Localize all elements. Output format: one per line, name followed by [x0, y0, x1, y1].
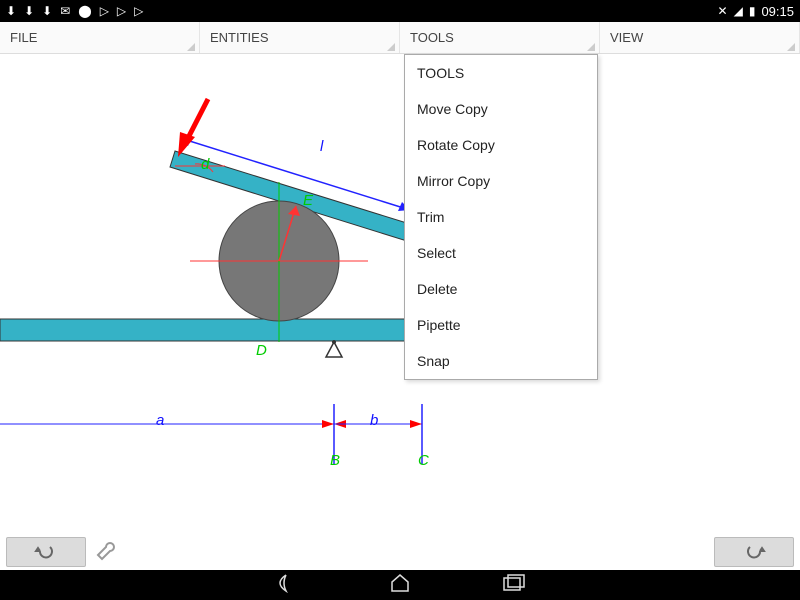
- wrench-icon[interactable]: [92, 537, 120, 567]
- battery-icon: ▮: [749, 4, 756, 18]
- dropdown-move-copy[interactable]: Move Copy: [405, 91, 597, 127]
- dropdown-snap[interactable]: Snap: [405, 343, 597, 379]
- dropdown-delete[interactable]: Delete: [405, 271, 597, 307]
- dropdown-pipette[interactable]: Pipette: [405, 307, 597, 343]
- status-right: ✕ ◢ ▮ 09:15: [718, 4, 794, 19]
- dropdown-select[interactable]: Select: [405, 235, 597, 271]
- label-a: a: [156, 412, 164, 429]
- wifi-icon: ◢: [734, 4, 743, 18]
- android-nav-bar: [0, 570, 800, 600]
- menu-file[interactable]: FILE: [0, 22, 200, 53]
- menu-file-label: FILE: [10, 30, 37, 45]
- download-icon: ⬇: [24, 4, 34, 18]
- bottom-toolbar: [0, 534, 800, 570]
- redo-icon: [742, 543, 766, 561]
- status-notifications: ⬇ ⬇ ⬇ ✉ ⬤ ▷ ▷ ▷: [6, 4, 143, 18]
- label-d: d: [201, 156, 209, 173]
- play-icon: ▷: [117, 4, 126, 18]
- nav-home-icon[interactable]: [388, 573, 412, 598]
- android-status-bar: ⬇ ⬇ ⬇ ✉ ⬤ ▷ ▷ ▷ ✕ ◢ ▮ 09:15: [0, 0, 800, 22]
- triangle-icon: ▷: [100, 4, 109, 18]
- undo-button[interactable]: [6, 537, 86, 567]
- undo-icon: [34, 543, 58, 561]
- dropdown-header: TOOLS: [405, 55, 597, 91]
- dropdown-trim[interactable]: Trim: [405, 199, 597, 235]
- status-clock: 09:15: [761, 4, 794, 19]
- menu-bar: FILE ENTITIES TOOLS VIEW: [0, 22, 800, 54]
- label-D: D: [256, 342, 267, 359]
- warning-icon: ⬤: [78, 4, 91, 18]
- nav-back-icon[interactable]: [272, 573, 298, 598]
- play-icon: ▷: [134, 4, 143, 18]
- dropdown-mirror-copy[interactable]: Mirror Copy: [405, 163, 597, 199]
- menu-view-label: VIEW: [610, 30, 643, 45]
- label-B: B: [330, 452, 340, 469]
- nav-recent-icon[interactable]: [502, 574, 528, 597]
- vibrate-icon: ✕: [718, 4, 728, 18]
- label-C: C: [418, 452, 429, 469]
- dropdown-rotate-copy[interactable]: Rotate Copy: [405, 127, 597, 163]
- label-b: b: [370, 412, 378, 429]
- menu-tools[interactable]: TOOLS: [400, 22, 600, 53]
- download-icon: ⬇: [42, 4, 52, 18]
- menu-entities-label: ENTITIES: [210, 30, 269, 45]
- drawing-svg: [0, 54, 800, 514]
- drawing-canvas[interactable]: l d E D a b B C: [0, 54, 800, 540]
- label-E: E: [303, 192, 313, 209]
- redo-button[interactable]: [714, 537, 794, 567]
- tools-dropdown: TOOLS Move Copy Rotate Copy Mirror Copy …: [404, 54, 598, 380]
- mail-icon: ✉: [60, 4, 70, 18]
- menu-entities[interactable]: ENTITIES: [200, 22, 400, 53]
- label-l: l: [320, 138, 323, 155]
- menu-view[interactable]: VIEW: [600, 22, 800, 53]
- menu-tools-label: TOOLS: [410, 30, 454, 45]
- download-icon: ⬇: [6, 4, 16, 18]
